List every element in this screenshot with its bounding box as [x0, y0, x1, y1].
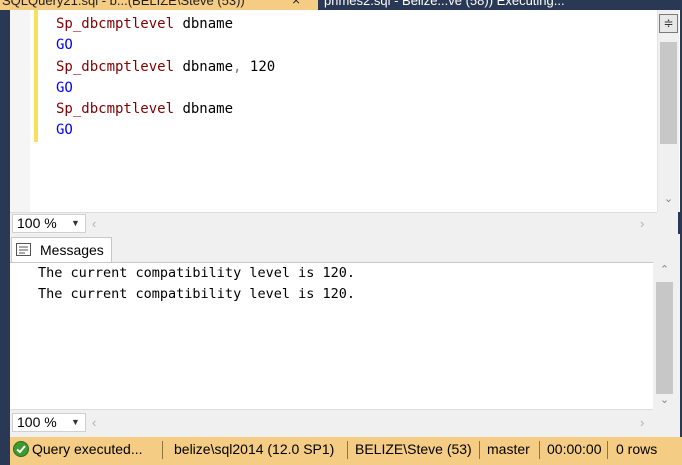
change-tracking-bar [34, 10, 38, 142]
code-line: Sp_dbcmptlevel dbname [56, 14, 275, 35]
code-function: Sp_dbcmptlevel [56, 101, 175, 118]
results-zoom-bar: 100 % ▼ ‹ › [10, 409, 653, 435]
code-keyword: GO [56, 122, 73, 139]
editor-margin [10, 10, 30, 212]
query-editor[interactable]: Sp_dbcmptlevel dbname GO Sp_dbcmptlevel db… [10, 10, 680, 212]
results-scroll-thumb[interactable] [656, 282, 673, 394]
status-server: belize\sql2014 (12.0 SP1) [174, 441, 335, 457]
code-keyword: GO [56, 37, 73, 54]
editor-zoom-select[interactable]: 100 % ▼ [12, 214, 86, 233]
status-database: master [487, 441, 530, 457]
tab-messages[interactable]: Messages [11, 237, 112, 263]
status-separator [539, 441, 540, 459]
split-icon[interactable]: ≑ [659, 14, 678, 33]
checkmark-icon [13, 441, 29, 457]
close-icon[interactable]: × [292, 0, 300, 10]
code-function: Sp_dbcmptlevel [56, 16, 175, 32]
status-separator [347, 441, 348, 459]
chevron-down-icon[interactable]: ⌄ [658, 393, 671, 406]
document-tab-strip: SQLQuery21.sql - b...(BELIZE\Steve (53))… [0, 0, 682, 10]
code-number: 120 [241, 58, 276, 75]
zoom-value: 100 % [17, 414, 57, 430]
scroll-right-icon[interactable]: › [640, 216, 644, 231]
code-line: Sp_dbcmptlevel dbname [56, 99, 275, 120]
tab-label: Messages [40, 242, 104, 258]
results-panel: Messages The current compatibility level… [10, 234, 680, 437]
editor-vertical-scrollbar[interactable]: ≑ ⌄ [657, 10, 679, 212]
tab-primes2[interactable]: primes2.sql - Belize...ve (58)) Executin… [320, 0, 610, 10]
scrollbar-corner [657, 212, 678, 234]
scroll-left-icon[interactable]: ‹ [92, 415, 96, 430]
message-line: The current compatibility level is 120. [38, 265, 355, 281]
messages-area[interactable]: The current compatibility level is 120. T… [10, 262, 653, 410]
code-function: Sp_dbcmptlevel [56, 58, 175, 75]
editor-scroll-thumb[interactable] [660, 42, 677, 144]
code-keyword: GO [56, 79, 73, 96]
status-rows: 0 rows [616, 441, 658, 457]
code-text[interactable]: Sp_dbcmptlevel dbname GO Sp_dbcmptlevel db… [56, 14, 275, 142]
messages-text: The current compatibility level is 120. T… [38, 263, 355, 305]
code-line: GO [56, 35, 275, 56]
scroll-left-icon[interactable]: ‹ [92, 216, 96, 231]
zoom-value: 100 % [17, 215, 57, 231]
tab-label: SQLQuery21.sql - b...(BELIZE\Steve (53)) [2, 0, 245, 8]
status-query-state: Query executed... [32, 441, 143, 457]
code-line: Sp_dbcmptlevel dbname, 120 [56, 57, 275, 78]
chevron-down-icon[interactable]: ⌄ [662, 193, 675, 205]
code-identifier: dbname [174, 101, 234, 118]
results-vertical-scrollbar[interactable]: ⌃ ⌄ [653, 262, 676, 409]
code-identifier: dbname [174, 16, 234, 32]
status-user: BELIZE\Steve (53) [355, 441, 472, 457]
chevron-up-icon[interactable]: ⌃ [658, 263, 671, 276]
tab-sqlquery21[interactable]: SQLQuery21.sql - b...(BELIZE\Steve (53))… [0, 0, 318, 10]
code-line: GO [56, 120, 275, 141]
editor-zoom-bar: 100 % ▼ ‹ › [10, 212, 657, 234]
code-identifier: dbname [174, 58, 234, 75]
status-separator [479, 441, 480, 459]
tab-label: primes2.sql - Belize...ve (58)) Executin… [324, 0, 565, 8]
dropdown-arrow-icon[interactable]: ▼ [71, 414, 80, 431]
code-line: GO [56, 78, 275, 99]
results-zoom-select[interactable]: 100 % ▼ [12, 413, 86, 432]
message-line: The current compatibility level is 120. [38, 286, 355, 302]
status-bar: Query executed... belize\sql2014 (12.0 S… [10, 437, 682, 465]
status-separator [162, 441, 163, 459]
scroll-right-icon[interactable]: › [640, 415, 644, 430]
status-separator [607, 441, 608, 459]
dropdown-arrow-icon[interactable]: ▼ [71, 215, 80, 232]
status-elapsed: 00:00:00 [547, 441, 602, 457]
messages-icon [16, 243, 31, 256]
